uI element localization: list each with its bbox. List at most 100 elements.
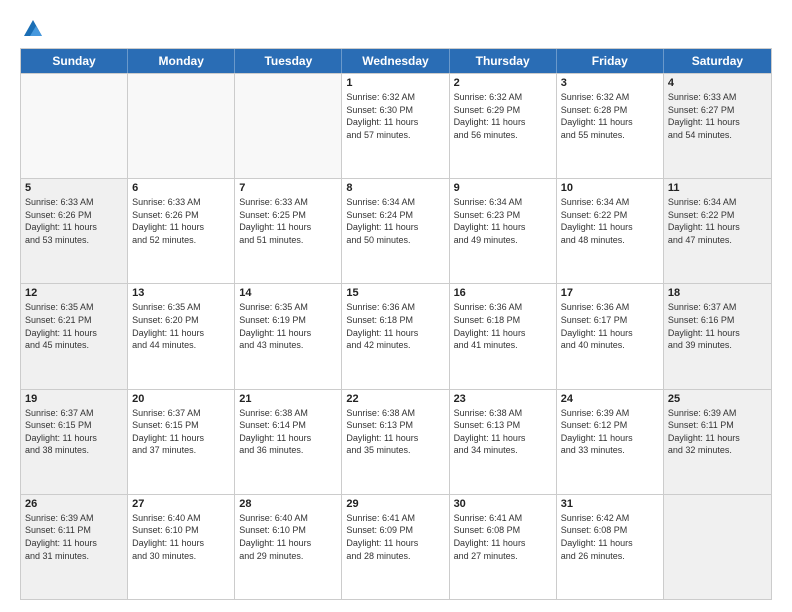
day-number-15: 15 bbox=[346, 287, 444, 299]
calendar-row-2: 12Sunrise: 6:35 AM Sunset: 6:21 PM Dayli… bbox=[21, 283, 771, 388]
header bbox=[20, 18, 772, 38]
weekday-header-saturday: Saturday bbox=[664, 49, 771, 73]
day-cell-8: 8 Sunrise: 6:34 AM Sunset: 6:24 PM Daylig… bbox=[342, 179, 449, 283]
day-number-28: 28 bbox=[239, 498, 337, 510]
day-info-2: Sunrise: 6:32 AM Sunset: 6:29 PM Dayligh… bbox=[454, 91, 552, 141]
day-number-9: 9 bbox=[454, 182, 552, 194]
day-number-12: 12 bbox=[25, 287, 123, 299]
day-info-21: Sunrise: 6:38 AM Sunset: 6:14 PM Dayligh… bbox=[239, 407, 337, 457]
weekday-header-friday: Friday bbox=[557, 49, 664, 73]
day-info-23: Sunrise: 6:38 AM Sunset: 6:13 PM Dayligh… bbox=[454, 407, 552, 457]
day-info-5: Sunrise: 6:33 AM Sunset: 6:26 PM Dayligh… bbox=[25, 196, 123, 246]
calendar: SundayMondayTuesdayWednesdayThursdayFrid… bbox=[20, 48, 772, 600]
day-cell-12: 12Sunrise: 6:35 AM Sunset: 6:21 PM Dayli… bbox=[21, 284, 128, 388]
day-number-6: 6 bbox=[132, 182, 230, 194]
day-info-19: Sunrise: 6:37 AM Sunset: 6:15 PM Dayligh… bbox=[25, 407, 123, 457]
day-number-31: 31 bbox=[561, 498, 659, 510]
day-cell-empty-0-1 bbox=[128, 74, 235, 178]
day-info-26: Sunrise: 6:39 AM Sunset: 6:11 PM Dayligh… bbox=[25, 512, 123, 562]
page: SundayMondayTuesdayWednesdayThursdayFrid… bbox=[0, 0, 792, 612]
day-info-7: Sunrise: 6:33 AM Sunset: 6:25 PM Dayligh… bbox=[239, 196, 337, 246]
day-info-10: Sunrise: 6:34 AM Sunset: 6:22 PM Dayligh… bbox=[561, 196, 659, 246]
day-cell-21: 21 Sunrise: 6:38 AM Sunset: 6:14 PM Dayli… bbox=[235, 390, 342, 494]
day-cell-1: 1Sunrise: 6:32 AM Sunset: 6:30 PM Daylig… bbox=[342, 74, 449, 178]
day-cell-27: 27 Sunrise: 6:40 AM Sunset: 6:10 PM Dayli… bbox=[128, 495, 235, 599]
day-cell-28: 28 Sunrise: 6:40 AM Sunset: 6:10 PM Dayli… bbox=[235, 495, 342, 599]
day-number-4: 4 bbox=[668, 77, 767, 89]
day-cell-7: 7 Sunrise: 6:33 AM Sunset: 6:25 PM Daylig… bbox=[235, 179, 342, 283]
day-number-19: 19 bbox=[25, 393, 123, 405]
day-number-26: 26 bbox=[25, 498, 123, 510]
day-info-20: Sunrise: 6:37 AM Sunset: 6:15 PM Dayligh… bbox=[132, 407, 230, 457]
day-number-11: 11 bbox=[668, 182, 767, 194]
day-cell-6: 6 Sunrise: 6:33 AM Sunset: 6:26 PM Daylig… bbox=[128, 179, 235, 283]
day-cell-17: 17Sunrise: 6:36 AM Sunset: 6:17 PM Dayli… bbox=[557, 284, 664, 388]
day-number-8: 8 bbox=[346, 182, 444, 194]
day-info-16: Sunrise: 6:36 AM Sunset: 6:18 PM Dayligh… bbox=[454, 301, 552, 351]
day-cell-15: 15Sunrise: 6:36 AM Sunset: 6:18 PM Dayli… bbox=[342, 284, 449, 388]
day-cell-29: 29Sunrise: 6:41 AM Sunset: 6:09 PM Dayli… bbox=[342, 495, 449, 599]
day-cell-16: 16 Sunrise: 6:36 AM Sunset: 6:18 PM Dayli… bbox=[450, 284, 557, 388]
day-cell-empty-0-2 bbox=[235, 74, 342, 178]
day-cell-24: 24 Sunrise: 6:39 AM Sunset: 6:12 PM Dayli… bbox=[557, 390, 664, 494]
calendar-row-4: 26 Sunrise: 6:39 AM Sunset: 6:11 PM Dayli… bbox=[21, 494, 771, 599]
day-cell-18: 18 Sunrise: 6:37 AM Sunset: 6:16 PM Dayli… bbox=[664, 284, 771, 388]
day-cell-25: 25 Sunrise: 6:39 AM Sunset: 6:11 PM Dayli… bbox=[664, 390, 771, 494]
day-info-25: Sunrise: 6:39 AM Sunset: 6:11 PM Dayligh… bbox=[668, 407, 767, 457]
weekday-header-monday: Monday bbox=[128, 49, 235, 73]
day-info-4: Sunrise: 6:33 AM Sunset: 6:27 PM Dayligh… bbox=[668, 91, 767, 141]
logo bbox=[20, 18, 44, 38]
weekday-header-wednesday: Wednesday bbox=[342, 49, 449, 73]
weekday-header-thursday: Thursday bbox=[450, 49, 557, 73]
day-cell-9: 9 Sunrise: 6:34 AM Sunset: 6:23 PM Daylig… bbox=[450, 179, 557, 283]
day-number-13: 13 bbox=[132, 287, 230, 299]
calendar-body: 1Sunrise: 6:32 AM Sunset: 6:30 PM Daylig… bbox=[21, 73, 771, 599]
day-info-27: Sunrise: 6:40 AM Sunset: 6:10 PM Dayligh… bbox=[132, 512, 230, 562]
day-cell-30: 30Sunrise: 6:41 AM Sunset: 6:08 PM Dayli… bbox=[450, 495, 557, 599]
day-number-25: 25 bbox=[668, 393, 767, 405]
day-number-24: 24 bbox=[561, 393, 659, 405]
day-number-3: 3 bbox=[561, 77, 659, 89]
day-number-16: 16 bbox=[454, 287, 552, 299]
day-info-18: Sunrise: 6:37 AM Sunset: 6:16 PM Dayligh… bbox=[668, 301, 767, 351]
calendar-header: SundayMondayTuesdayWednesdayThursdayFrid… bbox=[21, 49, 771, 73]
day-info-13: Sunrise: 6:35 AM Sunset: 6:20 PM Dayligh… bbox=[132, 301, 230, 351]
day-number-10: 10 bbox=[561, 182, 659, 194]
calendar-row-1: 5 Sunrise: 6:33 AM Sunset: 6:26 PM Daylig… bbox=[21, 178, 771, 283]
day-number-7: 7 bbox=[239, 182, 337, 194]
weekday-header-tuesday: Tuesday bbox=[235, 49, 342, 73]
day-cell-20: 20Sunrise: 6:37 AM Sunset: 6:15 PM Dayli… bbox=[128, 390, 235, 494]
day-number-27: 27 bbox=[132, 498, 230, 510]
day-cell-10: 10 Sunrise: 6:34 AM Sunset: 6:22 PM Dayli… bbox=[557, 179, 664, 283]
day-cell-26: 26 Sunrise: 6:39 AM Sunset: 6:11 PM Dayli… bbox=[21, 495, 128, 599]
day-info-31: Sunrise: 6:42 AM Sunset: 6:08 PM Dayligh… bbox=[561, 512, 659, 562]
day-cell-empty-0-0 bbox=[21, 74, 128, 178]
day-cell-22: 22Sunrise: 6:38 AM Sunset: 6:13 PM Dayli… bbox=[342, 390, 449, 494]
day-info-11: Sunrise: 6:34 AM Sunset: 6:22 PM Dayligh… bbox=[668, 196, 767, 246]
calendar-row-0: 1Sunrise: 6:32 AM Sunset: 6:30 PM Daylig… bbox=[21, 73, 771, 178]
day-info-22: Sunrise: 6:38 AM Sunset: 6:13 PM Dayligh… bbox=[346, 407, 444, 457]
day-info-24: Sunrise: 6:39 AM Sunset: 6:12 PM Dayligh… bbox=[561, 407, 659, 457]
day-number-14: 14 bbox=[239, 287, 337, 299]
day-info-29: Sunrise: 6:41 AM Sunset: 6:09 PM Dayligh… bbox=[346, 512, 444, 562]
day-info-8: Sunrise: 6:34 AM Sunset: 6:24 PM Dayligh… bbox=[346, 196, 444, 246]
day-cell-23: 23Sunrise: 6:38 AM Sunset: 6:13 PM Dayli… bbox=[450, 390, 557, 494]
day-cell-4: 4 Sunrise: 6:33 AM Sunset: 6:27 PM Daylig… bbox=[664, 74, 771, 178]
day-number-18: 18 bbox=[668, 287, 767, 299]
day-cell-11: 11 Sunrise: 6:34 AM Sunset: 6:22 PM Dayli… bbox=[664, 179, 771, 283]
day-info-6: Sunrise: 6:33 AM Sunset: 6:26 PM Dayligh… bbox=[132, 196, 230, 246]
day-info-9: Sunrise: 6:34 AM Sunset: 6:23 PM Dayligh… bbox=[454, 196, 552, 246]
weekday-header-sunday: Sunday bbox=[21, 49, 128, 73]
day-cell-14: 14Sunrise: 6:35 AM Sunset: 6:19 PM Dayli… bbox=[235, 284, 342, 388]
day-number-5: 5 bbox=[25, 182, 123, 194]
day-number-1: 1 bbox=[346, 77, 444, 89]
day-info-17: Sunrise: 6:36 AM Sunset: 6:17 PM Dayligh… bbox=[561, 301, 659, 351]
day-cell-19: 19 Sunrise: 6:37 AM Sunset: 6:15 PM Dayli… bbox=[21, 390, 128, 494]
day-info-28: Sunrise: 6:40 AM Sunset: 6:10 PM Dayligh… bbox=[239, 512, 337, 562]
logo-icon bbox=[22, 18, 44, 40]
day-cell-empty-4-6 bbox=[664, 495, 771, 599]
day-number-21: 21 bbox=[239, 393, 337, 405]
calendar-row-3: 19 Sunrise: 6:37 AM Sunset: 6:15 PM Dayli… bbox=[21, 389, 771, 494]
day-info-30: Sunrise: 6:41 AM Sunset: 6:08 PM Dayligh… bbox=[454, 512, 552, 562]
day-cell-5: 5 Sunrise: 6:33 AM Sunset: 6:26 PM Daylig… bbox=[21, 179, 128, 283]
